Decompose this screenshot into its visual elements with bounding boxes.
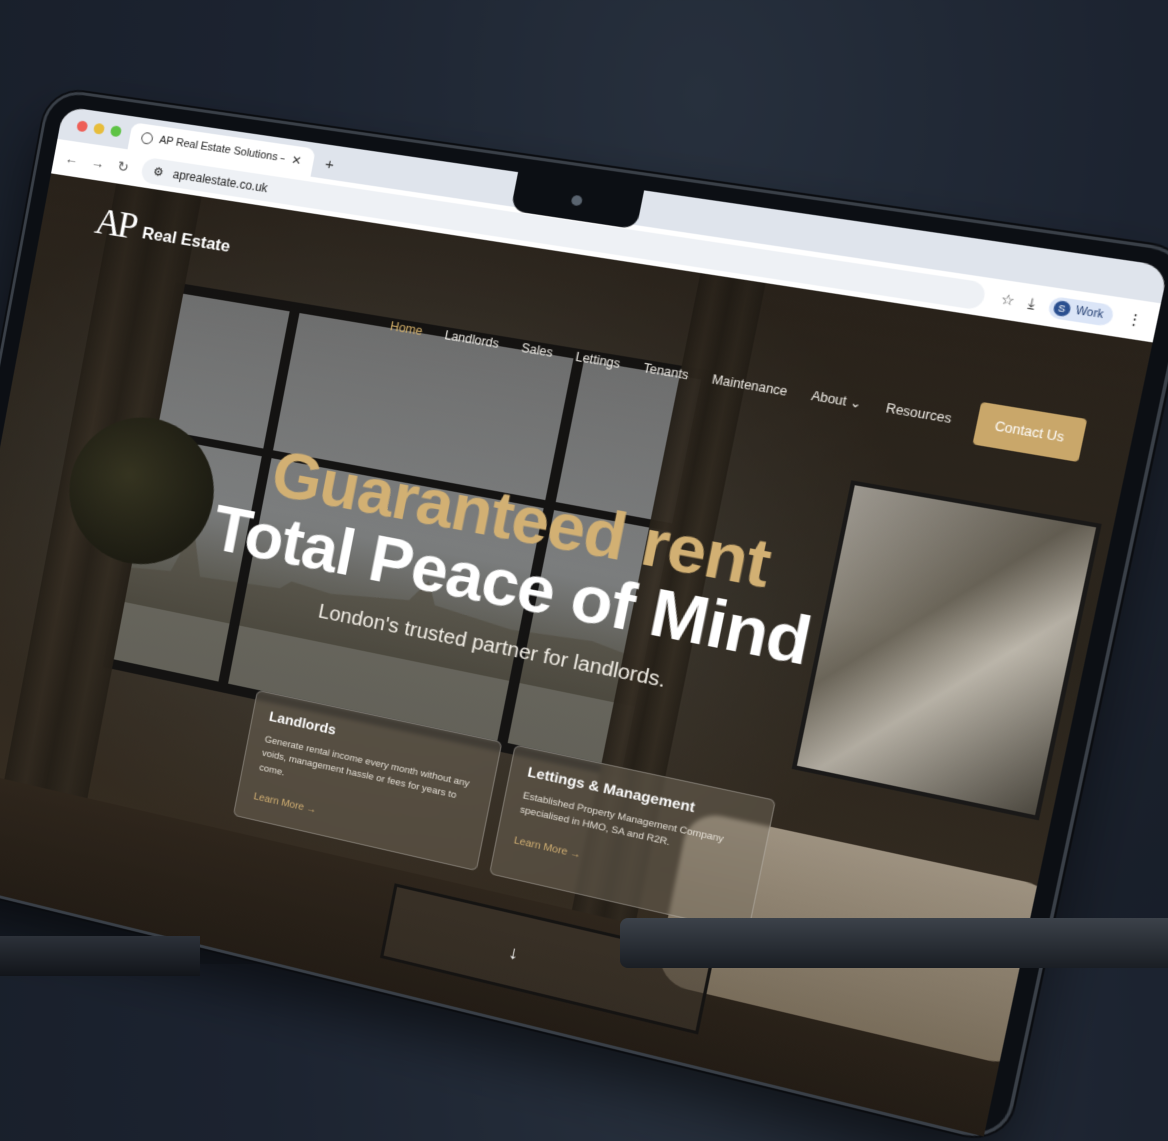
nav-sales[interactable]: Sales <box>520 341 554 360</box>
new-tab-button[interactable]: + <box>311 154 348 182</box>
camera-icon <box>570 194 584 207</box>
star-icon[interactable]: ☆ <box>999 291 1016 310</box>
menu-kebab-icon[interactable]: ⋮ <box>1125 310 1144 330</box>
profile-label: Work <box>1074 304 1105 321</box>
learn-more-link[interactable]: Learn More → <box>513 835 582 861</box>
laptop-base-left <box>0 936 200 976</box>
laptop-base <box>620 918 1168 968</box>
close-window-button[interactable] <box>76 119 89 132</box>
laptop: AP Real Estate Solutions – Gu ✕ + ← → ↻ … <box>0 90 1168 1141</box>
nav-tenants[interactable]: Tenants <box>642 361 690 383</box>
nav-lettings[interactable]: Lettings <box>574 350 621 372</box>
minimize-window-button[interactable] <box>93 122 106 135</box>
nav-resources[interactable]: Resources <box>885 401 953 427</box>
reload-icon[interactable]: ↻ <box>116 158 130 176</box>
globe-icon <box>140 131 154 145</box>
site-settings-icon[interactable]: ⚙ <box>152 164 165 179</box>
url-text: aprealestate.co.uk <box>171 167 269 196</box>
learn-more-link[interactable]: Learn More → <box>253 791 318 816</box>
nav-about-label: About <box>810 388 848 409</box>
profile-avatar: S <box>1052 299 1072 318</box>
nav-maintenance[interactable]: Maintenance <box>711 372 789 399</box>
logo-mark: AP <box>91 200 138 248</box>
laptop-screen: AP Real Estate Solutions – Gu ✕ + ← → ↻ … <box>0 106 1168 1137</box>
nav-home[interactable]: Home <box>389 319 424 338</box>
close-icon[interactable]: ✕ <box>290 153 303 168</box>
nav-landlords[interactable]: Landlords <box>443 328 500 351</box>
chevron-down-icon: ⌄ <box>848 394 863 412</box>
profile-button[interactable]: S Work <box>1046 295 1116 328</box>
hero-section: AP Real Estate Home Landlords Sales Lett… <box>0 173 1153 1137</box>
back-icon[interactable]: ← <box>64 150 80 167</box>
download-icon[interactable]: ⤓ <box>1027 295 1037 313</box>
maximize-window-button[interactable] <box>109 124 123 137</box>
forward-icon[interactable]: → <box>90 154 106 171</box>
nav-about[interactable]: About ⌄ <box>810 388 863 411</box>
